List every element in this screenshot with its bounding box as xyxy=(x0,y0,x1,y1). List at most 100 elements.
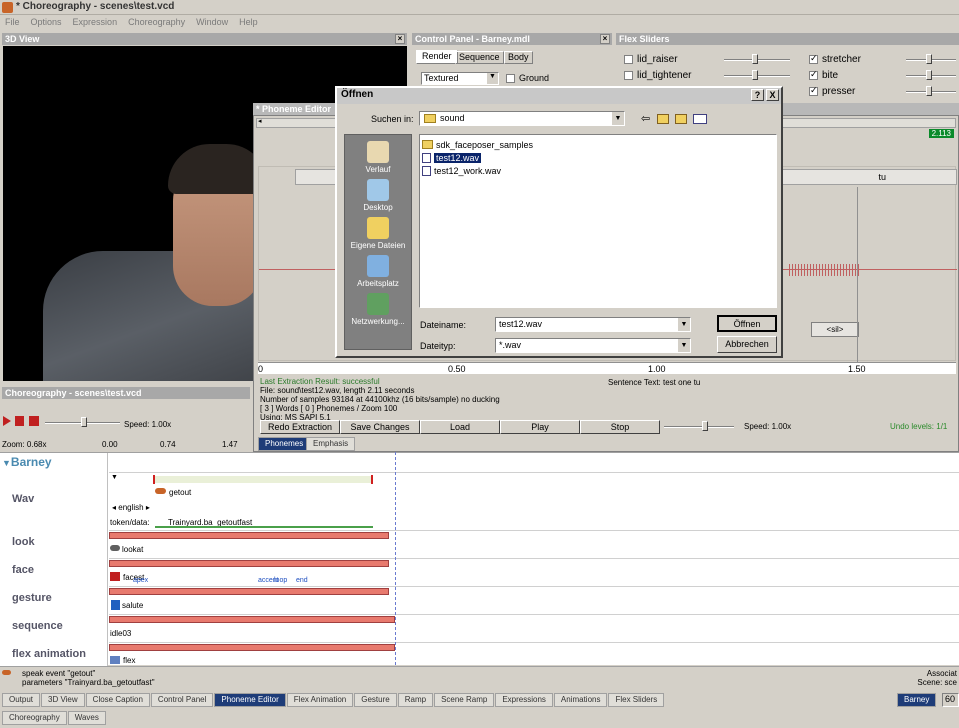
lid-raiser-checkbox[interactable] xyxy=(624,54,633,64)
event-idle03[interactable]: idle03 xyxy=(110,629,131,638)
event-lookat[interactable]: lookat xyxy=(122,545,143,554)
lid-tightener-slider[interactable] xyxy=(724,70,790,80)
tab-render[interactable]: Render xyxy=(416,50,458,64)
new-folder-icon[interactable] xyxy=(675,114,687,124)
wav-start-marker[interactable] xyxy=(153,475,155,484)
place-desktop[interactable]: Desktop xyxy=(345,179,411,212)
stretcher-slider[interactable] xyxy=(906,54,956,64)
choreo-speed-slider[interactable] xyxy=(45,417,120,427)
place-my-computer[interactable]: Arbeitsplatz xyxy=(345,255,411,288)
stop-icon[interactable] xyxy=(29,416,39,426)
chevron-down-icon[interactable]: ▼ xyxy=(111,474,118,481)
menu-options[interactable]: Options xyxy=(31,17,62,28)
menu-expression[interactable]: Expression xyxy=(73,17,118,28)
track-wav[interactable]: Wav xyxy=(12,493,34,505)
filename-input[interactable]: test12.wav ▼ xyxy=(495,317,691,332)
close-control-panel-button[interactable]: × xyxy=(600,34,610,44)
redo-extraction-button[interactable]: Redo Extraction xyxy=(260,420,340,434)
chevron-down-icon[interactable]: ▼ xyxy=(678,339,690,352)
tab-control-panel[interactable]: Control Panel xyxy=(150,693,214,707)
menu-window[interactable]: Window xyxy=(196,17,228,28)
flex-presser[interactable]: presser xyxy=(809,85,855,97)
tab-phonemes[interactable]: Phonemes xyxy=(258,437,311,451)
bite-slider[interactable] xyxy=(906,70,956,80)
play-button[interactable]: Play xyxy=(500,420,580,434)
dialog-help-button[interactable]: ? xyxy=(751,89,764,101)
look-face-bar[interactable] xyxy=(109,560,389,567)
tab-scene-ramp[interactable]: Scene Ramp xyxy=(434,693,495,707)
timeline[interactable] xyxy=(0,452,959,666)
track-flex-animation[interactable]: flex animation xyxy=(12,648,86,660)
tab-animations[interactable]: Animations xyxy=(553,693,608,707)
tab-sequence[interactable]: Sequence xyxy=(455,51,504,64)
tab-close-caption[interactable]: Close Caption xyxy=(85,693,150,707)
tab-ramp[interactable]: Ramp xyxy=(397,693,434,707)
tab-phoneme-editor[interactable]: Phoneme Editor xyxy=(214,693,286,707)
track-sequence[interactable]: sequence xyxy=(12,620,63,632)
menu-choreography[interactable]: Choreography xyxy=(128,17,185,28)
file-item-selected[interactable]: test12.wav xyxy=(422,151,774,164)
render-mode-select[interactable]: Textured ▼ xyxy=(421,72,499,85)
place-network[interactable]: Netzwerkung... xyxy=(345,293,411,326)
file-item-folder[interactable]: sdk_faceposer_samples xyxy=(422,138,774,151)
gesture-apex[interactable]: apex xyxy=(133,577,148,584)
slider-thumb[interactable] xyxy=(926,86,932,96)
play-icon[interactable] xyxy=(3,416,11,426)
track-gesture[interactable]: gesture xyxy=(12,592,52,604)
stop-button[interactable]: Stop xyxy=(580,420,660,434)
chevron-down-icon[interactable]: ▼ xyxy=(2,458,11,468)
event-getout[interactable]: getout xyxy=(169,488,191,497)
tab-choreography[interactable]: Choreography xyxy=(2,711,67,725)
chevron-down-icon[interactable]: ▼ xyxy=(678,318,690,331)
tab-gesture[interactable]: Gesture xyxy=(354,693,397,707)
tab-flex-sliders[interactable]: Flex Sliders xyxy=(608,693,665,707)
view-menu-icon[interactable] xyxy=(693,114,707,124)
back-icon[interactable]: ⇦ xyxy=(641,112,650,125)
flex-lid-tightener[interactable]: lid_tightener xyxy=(624,70,691,81)
flex-bar[interactable] xyxy=(109,644,395,651)
place-history[interactable]: Verlauf xyxy=(345,141,411,174)
up-folder-icon[interactable] xyxy=(657,114,669,124)
presser-slider[interactable] xyxy=(906,86,956,96)
cancel-button[interactable]: Abbrechen xyxy=(717,336,777,353)
look-in-select[interactable]: sound ▼ xyxy=(419,111,625,126)
tab-expressions[interactable]: Expressions xyxy=(495,693,553,707)
slider-thumb[interactable] xyxy=(702,421,708,431)
event-salute[interactable]: salute xyxy=(122,601,143,610)
lid-tightener-checkbox[interactable] xyxy=(624,70,633,80)
scroll-left-icon[interactable]: ◂ xyxy=(258,117,262,125)
stretcher-checkbox[interactable] xyxy=(809,53,818,64)
track-face[interactable]: face xyxy=(12,564,34,576)
ground-checkbox-box[interactable] xyxy=(506,74,515,84)
event-flex[interactable]: flex xyxy=(123,656,135,665)
dialog-close-button[interactable]: X xyxy=(766,89,779,101)
presser-checkbox[interactable] xyxy=(809,85,818,96)
gesture-loop[interactable]: loop xyxy=(274,577,287,584)
track-look[interactable]: look xyxy=(12,536,35,548)
flex-stretcher[interactable]: stretcher xyxy=(809,53,861,65)
close-3d-view-button[interactable]: × xyxy=(395,34,405,44)
slider-thumb[interactable] xyxy=(926,70,932,80)
open-button[interactable]: Öffnen xyxy=(717,315,777,332)
bite-checkbox[interactable] xyxy=(809,69,818,80)
filetype-select[interactable]: *.wav ▼ xyxy=(495,338,691,353)
wav-event-range[interactable] xyxy=(154,476,372,483)
menu-file[interactable]: File xyxy=(5,17,20,28)
slider-thumb[interactable] xyxy=(81,417,87,427)
gesture-bar[interactable] xyxy=(109,588,389,595)
file-item[interactable]: test12_work.wav xyxy=(422,164,774,177)
sequence-bar[interactable] xyxy=(109,616,395,623)
flex-bite[interactable]: bite xyxy=(809,69,838,81)
chevron-down-icon[interactable]: ▼ xyxy=(612,112,624,125)
load-button[interactable]: Load xyxy=(420,420,500,434)
actor-name[interactable]: ▼Barney xyxy=(2,455,52,469)
phoneme-speed-slider[interactable] xyxy=(664,421,734,431)
language-selector[interactable]: ◂ english ▸ xyxy=(112,503,150,512)
save-changes-button[interactable]: Save Changes xyxy=(340,420,420,434)
phoneme-sil[interactable]: <sil> xyxy=(811,322,859,337)
lookat-bar[interactable] xyxy=(109,532,389,539)
pause-icon[interactable] xyxy=(15,416,24,426)
lid-raiser-slider[interactable] xyxy=(724,54,790,64)
slider-thumb[interactable] xyxy=(926,54,932,64)
slider-thumb[interactable] xyxy=(752,70,758,80)
